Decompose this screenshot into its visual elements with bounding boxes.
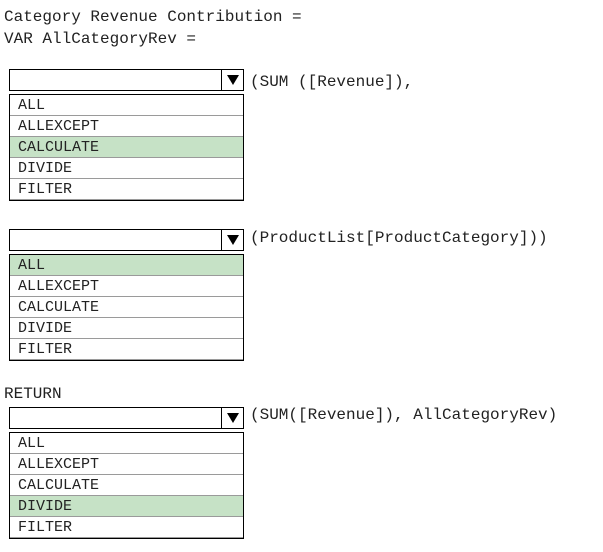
dropdown-2-option-divide[interactable]: DIVIDE (10, 317, 243, 339)
dropdown-2-option-allexcept[interactable]: ALLEXCEPT (10, 275, 243, 297)
dropdown-1-option-all[interactable]: ALL (10, 94, 243, 116)
dropdown-block-2: ALL ALLEXCEPT CALCULATE DIVIDE FILTER (9, 229, 244, 361)
dropdown-3-option-divide[interactable]: DIVIDE (10, 495, 243, 517)
code-line-var-declaration: VAR AllCategoryRev = (4, 30, 197, 48)
dropdown-select-3[interactable] (9, 407, 244, 429)
triangle-down-icon (226, 413, 239, 423)
dropdown-options-2: ALL ALLEXCEPT CALCULATE DIVIDE FILTER (9, 254, 244, 361)
dropdown-select-2[interactable] (9, 229, 244, 251)
dropdown-3-option-calculate[interactable]: CALCULATE (10, 474, 243, 496)
dropdown-2-option-all[interactable]: ALL (10, 254, 243, 276)
code-line-measure-name: Category Revenue Contribution = (4, 8, 302, 26)
dropdown-1-option-divide[interactable]: DIVIDE (10, 157, 243, 179)
code-line-return: RETURN (4, 385, 62, 403)
code-trailing-text-2: (ProductList[ProductCategory])) (250, 229, 548, 247)
triangle-down-icon (226, 75, 239, 85)
dropdown-3-option-filter[interactable]: FILTER (10, 516, 243, 538)
dropdown-toggle-3[interactable] (221, 408, 243, 428)
dropdown-1-option-calculate[interactable]: CALCULATE (10, 136, 243, 158)
code-trailing-text-1: (SUM ([Revenue]), (250, 73, 414, 91)
dropdown-options-3: ALL ALLEXCEPT CALCULATE DIVIDE FILTER (9, 432, 244, 539)
triangle-down-icon (226, 235, 239, 245)
dropdown-block-1: ALL ALLEXCEPT CALCULATE DIVIDE FILTER (9, 69, 244, 201)
dropdown-options-1: ALL ALLEXCEPT CALCULATE DIVIDE FILTER (9, 94, 244, 201)
dropdown-1-option-filter[interactable]: FILTER (10, 178, 243, 200)
dropdown-toggle-2[interactable] (221, 230, 243, 250)
dropdown-3-option-all[interactable]: ALL (10, 432, 243, 454)
dropdown-2-option-calculate[interactable]: CALCULATE (10, 296, 243, 318)
dropdown-2-option-filter[interactable]: FILTER (10, 338, 243, 360)
dropdown-3-option-allexcept[interactable]: ALLEXCEPT (10, 453, 243, 475)
dropdown-1-option-allexcept[interactable]: ALLEXCEPT (10, 115, 243, 137)
dropdown-select-1[interactable] (9, 69, 244, 91)
dropdown-block-3: ALL ALLEXCEPT CALCULATE DIVIDE FILTER (9, 407, 244, 539)
code-trailing-text-3: (SUM([Revenue]), AllCategoryRev) (250, 406, 558, 424)
dropdown-toggle-1[interactable] (221, 70, 243, 90)
